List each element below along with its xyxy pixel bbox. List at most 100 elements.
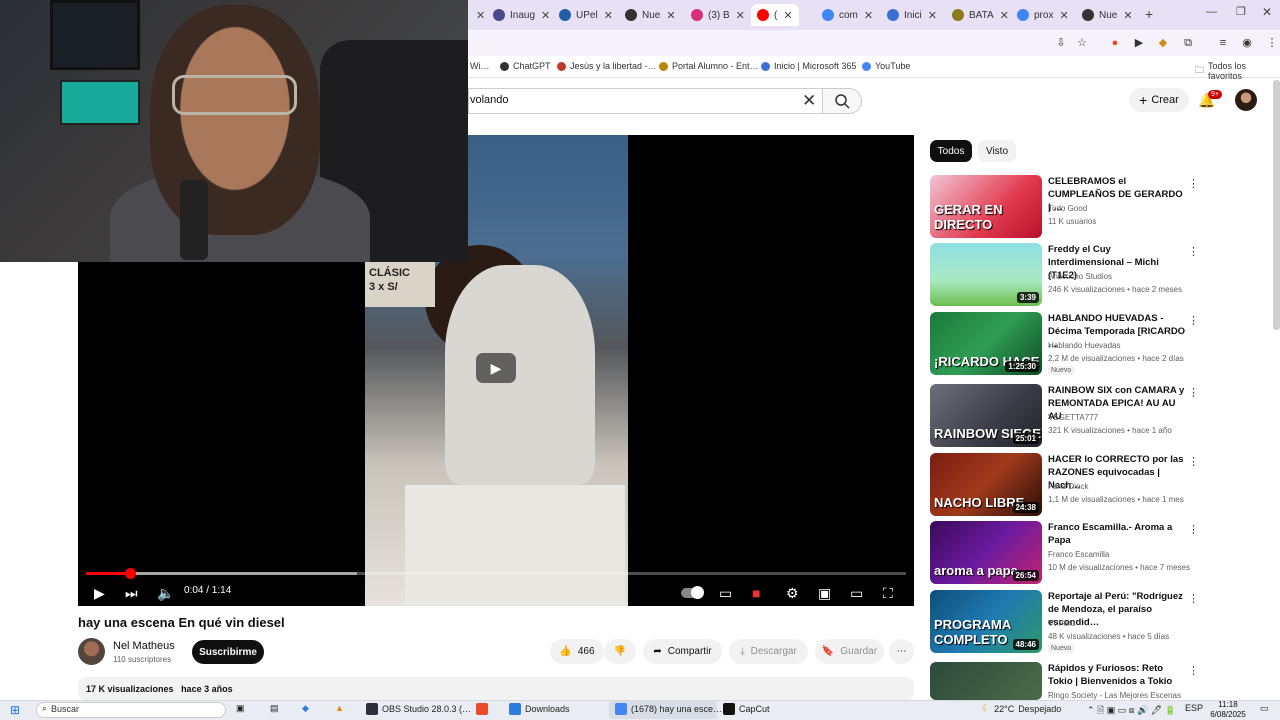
theater-mode-icon[interactable]: ▭ <box>850 582 863 604</box>
video-thumbnail[interactable]: aroma a papa 26:54 <box>930 521 1042 584</box>
dislike-button[interactable]: 👎 <box>604 639 636 664</box>
channel-name[interactable]: Nel Matheus <box>113 640 175 652</box>
search-button[interactable] <box>822 88 862 114</box>
autoplay-toggle[interactable] <box>681 582 704 604</box>
progress-scrubber-handle[interactable] <box>125 568 137 579</box>
bookmark-item[interactable]: ChatGPT <box>500 61 551 71</box>
tab-close-icon[interactable]: ✕ <box>736 9 745 22</box>
more-options-icon[interactable]: ⋮ <box>1188 177 1199 190</box>
channel-avatar[interactable] <box>78 638 105 665</box>
new-tab-button[interactable]: + <box>1145 6 1153 22</box>
video-thumbnail[interactable]: PROGRAMA COMPLETO 48:46 <box>930 590 1042 653</box>
like-button[interactable]: 👍 466 <box>550 639 604 664</box>
more-options-icon[interactable]: ⋮ <box>1188 455 1199 468</box>
next-video-icon[interactable]: ⏭ <box>125 582 138 604</box>
install-icon[interactable]: ⇩ <box>1054 36 1068 50</box>
tab-close-icon[interactable]: ✕ <box>928 9 937 22</box>
reading-list-icon[interactable]: ≡ <box>1216 36 1230 50</box>
save-button[interactable]: 🔖 Guardar <box>815 639 884 664</box>
more-menu-icon[interactable]: ⋮ <box>1265 36 1279 50</box>
center-play-icon[interactable]: ▶ <box>476 353 516 383</box>
bookmark-star-icon[interactable]: ☆ <box>1075 36 1089 50</box>
bookmark-item[interactable]: Portal Alumno - Ent… <box>659 61 759 71</box>
video-thumbnail[interactable]: ¡RICARDO HACE 1:25:30 <box>930 312 1042 375</box>
chip-all[interactable]: Todos <box>930 140 972 162</box>
recommended-video[interactable]: Rápidos y Furiosos: Reto Tokio | Bienven… <box>930 662 1199 709</box>
browser-tab[interactable]: BATA ✕ <box>952 4 1009 26</box>
channel-name[interactable]: TVPerú <box>1048 619 1075 628</box>
video-title[interactable]: Rápidos y Furiosos: Reto Tokio | Bienven… <box>1048 662 1186 688</box>
subtitles-icon[interactable]: ▭ <box>719 582 732 604</box>
recommended-video[interactable]: 3:39 Freddy el Cuy Interdimensional – Mic… <box>930 243 1199 307</box>
video-thumbnail[interactable]: NACHO LIBRE 24:38 <box>930 453 1042 516</box>
close-window-button[interactable]: ✕ <box>1262 5 1272 19</box>
more-options-icon[interactable]: ⋮ <box>1188 664 1199 677</box>
taskbar-app[interactable]: CapCut <box>723 703 770 715</box>
channel-name[interactable]: Hablando Huevadas <box>1048 341 1121 350</box>
notification-center-icon[interactable]: ▭ <box>1260 703 1269 714</box>
bookmark-item[interactable]: Inicio | Microsoft 365 <box>761 61 856 71</box>
play-icon[interactable]: ▶ <box>94 582 105 604</box>
extensions-puzzle-icon[interactable]: ⧉ <box>1181 36 1195 50</box>
more-options-icon[interactable]: ⋮ <box>1188 523 1199 536</box>
channel-name[interactable]: Farid Dieck <box>1048 482 1088 491</box>
browser-tab[interactable]: (3) B ✕ <box>691 4 745 26</box>
more-actions-button[interactable]: ⋯ <box>889 639 914 664</box>
share-button[interactable]: ➦ Compartir <box>643 639 722 664</box>
taskbar-app[interactable]: (1678) hay una esce… <box>615 703 722 715</box>
recommended-video[interactable]: RAINBOW SIEGE 25:01 RAINBOW SIX con CAMARA… <box>930 384 1199 448</box>
browser-tab[interactable]: prox ✕ <box>1017 4 1069 26</box>
bookmark-item[interactable]: Wi… <box>470 61 490 71</box>
tab-close-icon[interactable]: ✕ <box>1059 9 1068 22</box>
channel-name[interactable]: Franco Escamilla <box>1048 550 1109 559</box>
task-view-icon[interactable]: ▣ <box>236 703 245 714</box>
tab-close-icon[interactable]: ✕ <box>666 9 675 22</box>
browser-tab[interactable]: Inaug ✕ <box>493 4 550 26</box>
volume-icon[interactable]: 🔈 <box>157 582 174 604</box>
video-thumbnail[interactable]: RAINBOW SIEGE 25:01 <box>930 384 1042 447</box>
recommended-video[interactable]: PROGRAMA COMPLETO 48:46 Reportaje al Perú:… <box>930 590 1199 654</box>
channel-name[interactable]: Anticucho Studios <box>1048 272 1112 281</box>
clock[interactable]: 11:18 6/08/2025 <box>1208 700 1248 720</box>
fullscreen-icon[interactable]: ⛶ <box>883 582 893 604</box>
page-scrollbar[interactable] <box>1273 80 1280 330</box>
browser-tab[interactable]: UPel ✕ <box>559 4 613 26</box>
account-avatar[interactable] <box>1235 89 1257 111</box>
miniplayer-icon[interactable]: ▣ <box>818 582 831 604</box>
vlc-icon[interactable]: ▲ <box>335 703 344 713</box>
more-options-icon[interactable]: ⋮ <box>1188 592 1199 605</box>
tab-close-icon[interactable]: ✕ <box>470 4 485 26</box>
subscribe-button[interactable]: Suscribirme <box>192 640 264 664</box>
browser-tab[interactable]: Nue ✕ <box>1082 4 1133 26</box>
more-options-icon[interactable]: ⋮ <box>1188 314 1199 327</box>
chip-watched[interactable]: Visto <box>978 140 1016 162</box>
recommended-video[interactable]: ¡RICARDO HACE 1:25:30 HABLANDO HUEVADAS - … <box>930 312 1199 376</box>
taskbar-app[interactable] <box>476 703 488 715</box>
tab-close-icon[interactable]: ✕ <box>783 9 792 22</box>
all-bookmarks-folder[interactable]: 🗀 Todos los favoritos <box>1195 61 1280 81</box>
copilot-icon[interactable]: ◆ <box>302 703 309 714</box>
video-thumbnail[interactable] <box>930 662 1042 700</box>
browser-tab[interactable]: Inici ✕ <box>887 4 937 26</box>
create-button[interactable]: + Crear <box>1129 88 1189 112</box>
taskbar-app[interactable]: OBS Studio 28.0.3 (… <box>366 703 471 715</box>
profile-icon[interactable]: ◉ <box>1240 36 1254 50</box>
channel-name[interactable]: Todo Good <box>1048 204 1087 213</box>
taskbar-app[interactable]: Downloads <box>509 703 570 715</box>
extension-icon[interactable]: ● <box>1108 36 1122 50</box>
browser-tab[interactable]: Nue ✕ <box>625 4 676 26</box>
recommended-video[interactable]: NACHO LIBRE 24:38 HACER lo CORRECTO por la… <box>930 453 1199 517</box>
tab-close-icon[interactable]: ✕ <box>541 9 550 22</box>
start-button[interactable]: ⊞ <box>10 703 20 717</box>
more-options-icon[interactable]: ⋮ <box>1188 245 1199 258</box>
video-thumbnail[interactable]: GERAR EN DIRECTO <box>930 175 1042 238</box>
recommended-video[interactable]: GERAR EN DIRECTO CELEBRAMOS el CUMPLEAÑOS… <box>930 175 1199 239</box>
settings-gear-icon[interactable]: ⚙ <box>786 582 799 604</box>
extension-icon[interactable]: ▶ <box>1132 36 1146 50</box>
recommended-video[interactable]: aroma a papa 26:54 Franco Escamilla.- Arom… <box>930 521 1199 585</box>
browser-tab[interactable]: (✕ <box>751 4 799 26</box>
video-thumbnail[interactable]: 3:39 <box>930 243 1042 306</box>
tab-close-icon[interactable]: ✕ <box>1123 9 1132 22</box>
input-language[interactable]: ESP <box>1185 703 1203 713</box>
minimize-window-button[interactable]: — <box>1206 6 1217 18</box>
